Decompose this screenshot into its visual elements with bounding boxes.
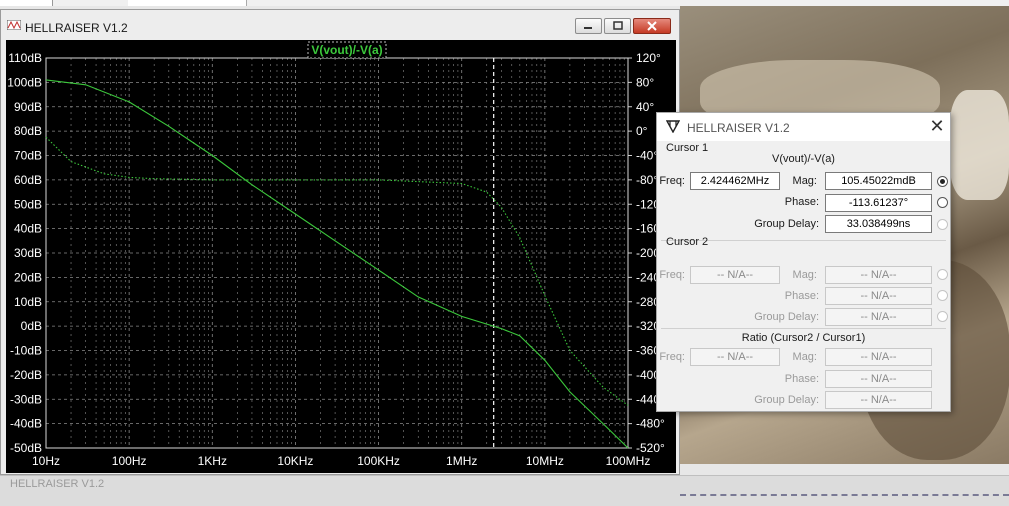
close-button[interactable] — [633, 18, 671, 34]
minimize-icon — [584, 27, 592, 29]
hellraiser-icon — [666, 120, 680, 133]
trace-label: V(vout)/-V(a) — [311, 43, 382, 57]
y-left-tick-label: 110dB — [8, 51, 42, 65]
close-icon — [647, 21, 657, 31]
waveform-icon — [7, 20, 21, 30]
cursor2-phase-radio[interactable] — [937, 290, 948, 301]
x-tick-label: 100Hz — [112, 454, 147, 468]
cursor2-mag-label: Mag: — [792, 269, 817, 281]
ratio-group-delay-label: Group Delay: — [754, 394, 819, 406]
wallpaper-detail — [950, 90, 1009, 200]
dialog-close-icon[interactable]: ✕ — [927, 116, 947, 136]
plot-window[interactable]: HELLRAISER V1.2 110dB 100dB 90dB 80dB 70dB 60… — [0, 9, 680, 475]
ratio-freq-label: Freq: — [659, 351, 685, 363]
cursor2-phase-label: Phase: — [784, 290, 819, 302]
x-tick-label: 1MHz — [446, 454, 477, 468]
plot-window-title: HELLRAISER V1.2 — [25, 21, 128, 35]
x-tick-label: 100MHz — [606, 454, 651, 468]
y-left-tick-label: 70dB — [14, 149, 42, 163]
y-left-tick-label: -10dB — [10, 344, 42, 358]
cursor2-group-delay-radio[interactable] — [937, 311, 948, 322]
cursor1-trace-name: V(vout)/-V(a) — [772, 153, 835, 165]
y-left-tick-label: -30dB — [10, 392, 42, 406]
cursor1-group-delay-label: Group Delay: — [754, 218, 819, 230]
minimize-button[interactable] — [575, 18, 602, 34]
y-right-tick-label: -520° — [636, 441, 665, 455]
x-tick-label: 10Hz — [32, 454, 60, 468]
y-left-tick-label: -20dB — [10, 368, 42, 382]
dialog-titlebar[interactable]: HELLRAISER V1.2 ✕ — [657, 113, 950, 141]
series-magnitude-line — [45, 79, 629, 449]
cursor2-freq-label: Freq: — [659, 269, 685, 281]
cursor2-phase-field[interactable]: -- N/A-- — [825, 287, 932, 305]
y-left-tick-label: 100dB — [7, 75, 42, 89]
y-right-tick-label: 0° — [636, 124, 648, 138]
y-right-tick-label: 120° — [636, 51, 661, 65]
ratio-phase-label: Phase: — [784, 373, 819, 385]
y-left-tick-label: -50dB — [10, 441, 42, 455]
series-phase-line — [45, 136, 629, 406]
cursor1-mag-field[interactable]: 105.45022mdB — [825, 172, 932, 190]
y-left-tick-label: 80dB — [14, 124, 42, 138]
x-tick-label: 10KHz — [277, 454, 313, 468]
ratio-header: Ratio (Cursor2 / Cursor1) — [741, 332, 866, 344]
cursor1-group-delay-radio[interactable] — [937, 219, 948, 230]
cursor-dialog[interactable]: HELLRAISER V1.2 ✕ Cursor 1 V(vout)/-V(a)… — [656, 112, 951, 412]
y-left-tick-label: 60dB — [14, 173, 42, 187]
plot-window-titlebar[interactable]: HELLRAISER V1.2 — [1, 10, 679, 40]
background-window-title: HELLRAISER V1.2 — [10, 478, 105, 490]
y-left-tick-label: 30dB — [14, 246, 42, 260]
cursor1-freq-label: Freq: — [659, 175, 685, 187]
cursor1-mag-radio[interactable] — [937, 176, 948, 187]
background-window-bar[interactable] — [0, 475, 1009, 506]
cursor2-mag-radio[interactable] — [937, 269, 948, 280]
y-right-tick-label: 80° — [636, 75, 654, 89]
cursor2-header: Cursor 2 — [666, 236, 709, 248]
y-right-tick-label: -80° — [636, 173, 658, 187]
cursor2-freq-field[interactable]: -- N/A-- — [690, 266, 780, 284]
ratio-mag-label: Mag: — [792, 351, 817, 363]
cursor2-mag-field[interactable]: -- N/A-- — [825, 266, 932, 284]
cursor2-group-delay-label: Group Delay: — [754, 311, 819, 323]
maximize-button[interactable] — [604, 18, 631, 34]
cursor1-phase-label: Phase: — [784, 196, 819, 208]
cursor1-freq-field[interactable]: 2.424462MHz — [690, 172, 780, 190]
ratio-group-delay-field[interactable]: -- N/A-- — [825, 391, 932, 409]
y-left-tick-label: -40dB — [10, 417, 42, 431]
background-window-tab[interactable] — [0, 0, 53, 6]
x-tick-label: 10MHz — [526, 454, 564, 468]
y-left-tick-label: 40dB — [14, 222, 42, 236]
ratio-freq-field[interactable]: -- N/A-- — [690, 348, 780, 366]
y-left-tick-label: 50dB — [14, 197, 42, 211]
y-left-tick-label: 90dB — [14, 100, 42, 114]
bode-plot[interactable]: 110dB 100dB 90dB 80dB 70dB 60dB 50dB 40dB 30dB 20… — [6, 40, 676, 473]
ratio-phase-field[interactable]: -- N/A-- — [825, 370, 932, 388]
cursor2-group-delay-field[interactable]: -- N/A-- — [825, 308, 932, 326]
y-right-tick-label: 40° — [636, 100, 654, 114]
cursor1-phase-field[interactable]: -113.61237° — [825, 194, 932, 212]
y-left-tick-label: 20dB — [14, 270, 42, 284]
y-right-tick-label: -40° — [636, 149, 658, 163]
restore-icon — [613, 21, 623, 30]
plot-area[interactable]: 110dB 100dB 90dB 80dB 70dB 60dB 50dB 40dB 30dB 20… — [6, 40, 676, 473]
y-right-tick-label: -480° — [636, 417, 665, 431]
background-window-tab-2[interactable] — [128, 0, 247, 6]
ratio-mag-field[interactable]: -- N/A-- — [825, 348, 932, 366]
cursor1-mag-label: Mag: — [792, 175, 817, 187]
background-window-content — [680, 494, 1009, 499]
dialog-title: HELLRAISER V1.2 — [687, 121, 790, 135]
x-tick-label: 1KHz — [198, 454, 227, 468]
cursor1-phase-radio[interactable] — [937, 197, 948, 208]
cursor1-group-delay-field[interactable]: 33.038499ns — [825, 215, 932, 233]
x-tick-label: 100KHz — [357, 454, 400, 468]
y-left-tick-label: 10dB — [14, 295, 42, 309]
section-divider — [661, 328, 946, 329]
y-left-tick-label: 0dB — [21, 319, 42, 333]
